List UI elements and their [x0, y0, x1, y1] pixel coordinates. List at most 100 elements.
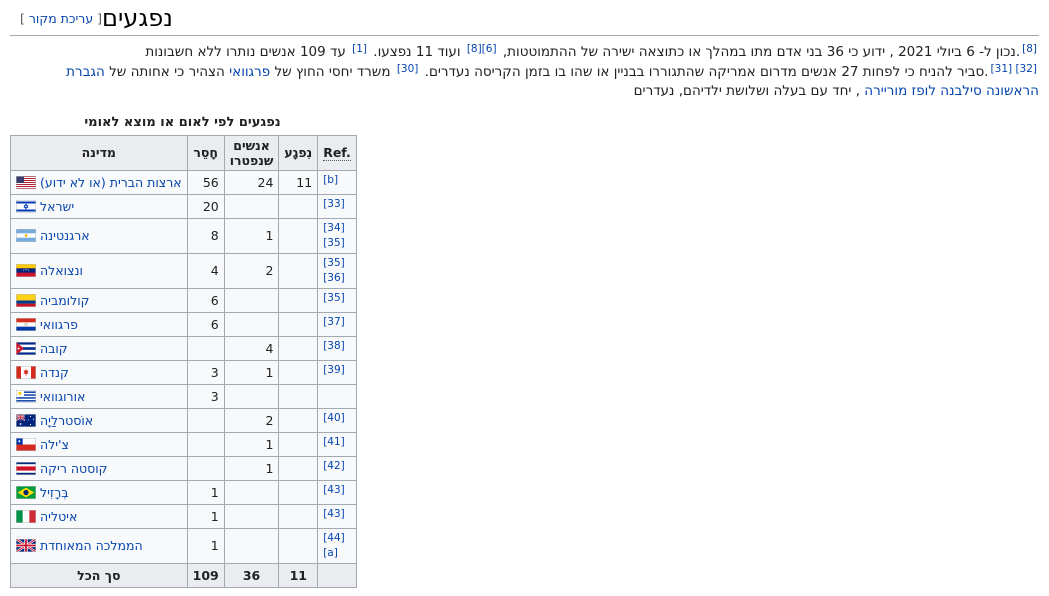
- table-row: אורוגוואי 3: [10, 383, 357, 409]
- flag-icon-co[interactable]: [16, 293, 36, 307]
- paragraph-line-2: [31] [32].סביר להניח כי לפחות 27 אנשים מ…: [10, 63, 1039, 102]
- country-cell: ארגנטינה: [10, 217, 188, 254]
- missing-cell: 1: [186, 527, 225, 564]
- ref-link[interactable]: [44]: [323, 532, 345, 544]
- ref-link[interactable]: [42]: [323, 460, 345, 472]
- injured-cell: [278, 217, 319, 254]
- flag-icon-it[interactable]: [16, 509, 36, 523]
- country-link[interactable]: איטליה: [40, 509, 77, 524]
- table-row: איטליה 1 [43]: [10, 503, 357, 529]
- injured-cell: [278, 287, 319, 313]
- edit-source-section: [ עריכת מקור ]: [20, 11, 102, 26]
- flag-icon-br[interactable]: [16, 485, 36, 499]
- page-title: נפגעים: [102, 4, 173, 32]
- text-run: משרד יחסי החוץ של: [270, 63, 395, 80]
- flag-icon-py[interactable]: [16, 317, 36, 331]
- ref-link[interactable]: [34]: [323, 222, 345, 234]
- ref-link[interactable]: [a]: [323, 547, 338, 559]
- footnote-ref-link[interactable]: [8][6]: [467, 43, 497, 55]
- country-link[interactable]: ארגנטינה: [40, 228, 90, 243]
- injured-cell: [278, 311, 319, 337]
- flag-icon-il[interactable]: [16, 199, 36, 213]
- country-link[interactable]: אורוגוואי: [40, 389, 85, 404]
- died-cell: [223, 311, 280, 337]
- ref-link[interactable]: [33]: [323, 198, 345, 210]
- country-cell: קנדה: [10, 359, 188, 385]
- flag-icon-cl[interactable]: [16, 437, 36, 451]
- table-row: ישראל 20 [33]: [10, 193, 357, 219]
- died-cell: 1: [223, 455, 280, 481]
- text-run: .נכון ל- 6 ביולי 2021 , ידוע כי 36 בני א…: [498, 44, 1021, 60]
- injured-cell: [278, 252, 319, 289]
- col-header-injured: נִפגָע: [278, 134, 319, 171]
- footnote-ref-link[interactable]: [31] [32]: [991, 63, 1037, 75]
- country-link[interactable]: בְּרָזִיל: [40, 485, 69, 500]
- ref-link[interactable]: [39]: [323, 364, 345, 376]
- country-cell: איטליה: [10, 503, 188, 529]
- ref-link[interactable]: [35]: [323, 237, 345, 249]
- ref-cell: [44] [a]: [317, 527, 357, 564]
- ref-link[interactable]: [35]: [323, 257, 345, 269]
- flag-icon-ca[interactable]: [16, 365, 36, 379]
- ref-link[interactable]: [41]: [323, 436, 345, 448]
- flag-icon-au[interactable]: [16, 413, 36, 427]
- table-row: קנדה 3 1 [39]: [10, 359, 357, 385]
- ref-cell: [40]: [317, 407, 357, 433]
- died-cell: 4: [223, 335, 280, 361]
- inline-wiki-link[interactable]: פרגוואי: [229, 64, 270, 80]
- footnote-ref-link[interactable]: [1]: [352, 43, 367, 55]
- missing-cell: 6: [186, 311, 225, 337]
- total-ref-empty: [317, 562, 357, 588]
- country-link[interactable]: צ'ילה: [40, 437, 69, 452]
- ref-link[interactable]: [36]: [323, 272, 345, 284]
- text-run: ועוד 11 נפצעו.: [369, 44, 465, 60]
- casualties-table-wrap: נפגעים לפי לאום או מוצא לאומי מדינה חָסֵ…: [10, 111, 357, 588]
- country-cell: אוֹסטרלַיָה: [10, 407, 188, 433]
- country-link[interactable]: קוסטה ריקה: [40, 461, 108, 476]
- ref-link[interactable]: [38]: [323, 340, 345, 352]
- ref-link[interactable]: [37]: [323, 316, 345, 328]
- total-row: סך הכל 109 36 11: [10, 562, 357, 588]
- footnote-ref-link[interactable]: [30]: [397, 63, 419, 75]
- flag-icon-us[interactable]: [16, 175, 36, 189]
- country-link[interactable]: ישראל: [40, 199, 74, 214]
- country-cell: פרגוואי: [10, 311, 188, 337]
- total-label: סך הכל: [10, 562, 188, 588]
- country-link[interactable]: קובה: [40, 341, 68, 356]
- country-link[interactable]: ארצות הברית (או לא ידוע): [40, 175, 182, 190]
- ref-link[interactable]: [43]: [323, 508, 345, 520]
- missing-cell: 3: [186, 383, 225, 409]
- table-row: קוסטה ריקה 1 [42]: [10, 455, 357, 481]
- ref-link[interactable]: [b]: [323, 174, 338, 186]
- flag-icon-uy[interactable]: [16, 389, 36, 403]
- flag-icon-cu[interactable]: [16, 341, 36, 355]
- edit-source-link[interactable]: עריכת מקור: [29, 11, 93, 26]
- table-row: קולומביה 6 [35]: [10, 287, 357, 313]
- country-link[interactable]: הממלכה המאוחדת: [40, 538, 143, 553]
- ref-link[interactable]: [43]: [323, 484, 345, 496]
- injured-cell: [278, 383, 319, 409]
- country-link[interactable]: אוֹסטרלַיָה: [40, 413, 93, 428]
- ref-link[interactable]: [35]: [323, 292, 345, 304]
- text-run: , יחד עם בעלה ושלושת ילדיהם, נעדרים: [633, 83, 865, 99]
- country-cell: ארצות הברית (או לא ידוע): [10, 169, 188, 195]
- country-link[interactable]: קולומביה: [40, 293, 89, 308]
- table-row: ארגנטינה 8 1 [34] [35]: [10, 217, 357, 254]
- country-link[interactable]: קנדה: [40, 365, 69, 380]
- table-row: ארצות הברית (או לא ידוע) 56 24 11 [b]: [10, 169, 357, 195]
- ref-cell: [42]: [317, 455, 357, 481]
- intro-paragraph: [8].נכון ל- 6 ביולי 2021 , ידוע כי 36 בנ…: [10, 43, 1039, 102]
- flag-icon-ve[interactable]: [16, 264, 36, 277]
- table-row: פרגוואי 6 [37]: [10, 311, 357, 337]
- footnote-ref-link[interactable]: [8]: [1022, 43, 1037, 55]
- ref-link[interactable]: [40]: [323, 412, 345, 424]
- flag-icon-gb[interactable]: [16, 539, 36, 552]
- country-link[interactable]: ונצואלה: [40, 263, 83, 278]
- ref-cell: [b]: [317, 169, 357, 195]
- flag-icon-ar[interactable]: [16, 229, 36, 242]
- edit-bracket-close: ]: [20, 11, 29, 26]
- flag-icon-cr[interactable]: [16, 461, 36, 475]
- col-header-country: מדינה: [10, 134, 188, 171]
- text-run: .סביר להניח כי לפחות 27 אנשים מדרום אמרי…: [420, 63, 989, 80]
- country-link[interactable]: פרגוואי: [40, 317, 78, 332]
